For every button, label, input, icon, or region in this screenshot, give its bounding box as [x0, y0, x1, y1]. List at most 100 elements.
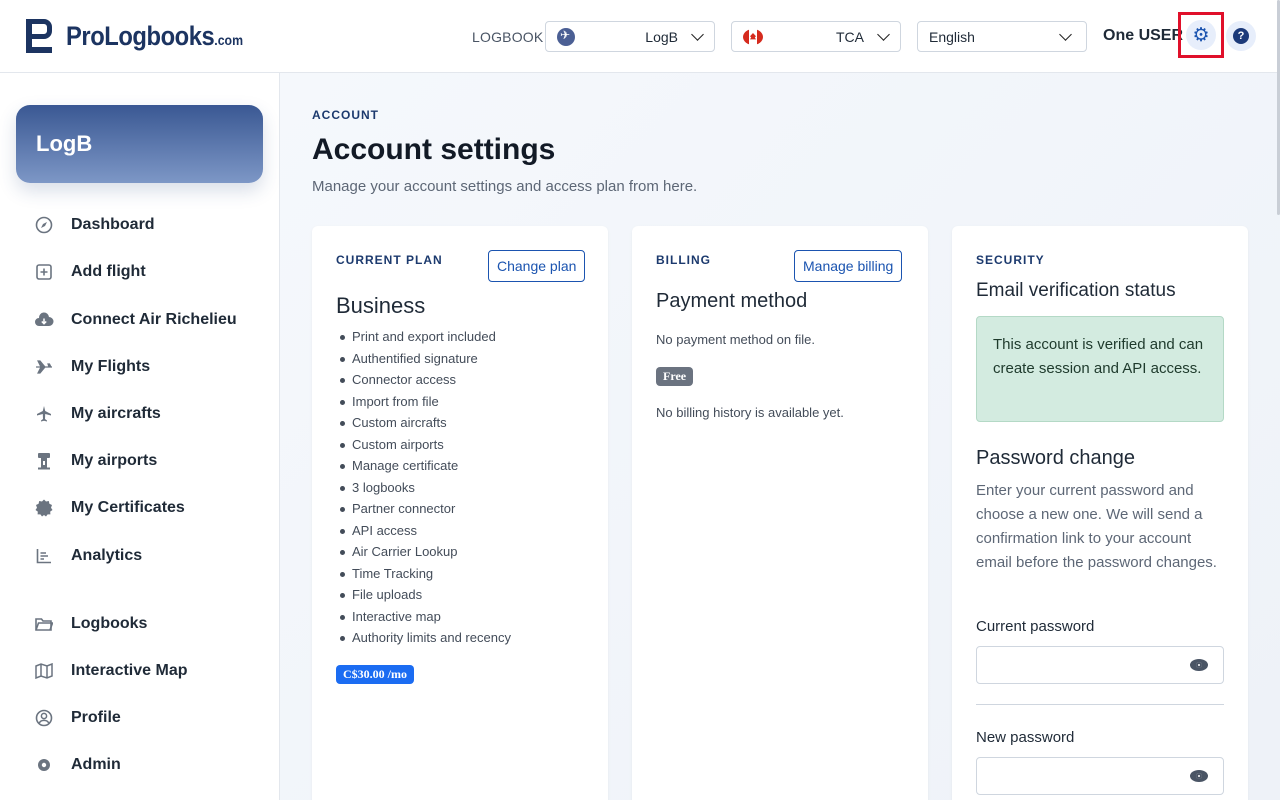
list-item: Print and export included — [340, 326, 511, 348]
main-content: ACCOUNT Account settings Manage your acc… — [280, 73, 1280, 800]
logbook-select[interactable]: LogB — [545, 21, 715, 52]
sidebar-item-analytics[interactable]: Analytics — [34, 544, 142, 568]
logbook-select-value: LogB — [645, 29, 678, 45]
aircraft-icon — [34, 404, 54, 424]
manage-billing-button[interactable]: Manage billing — [794, 250, 903, 282]
sidebar-item-label: Interactive Map — [71, 662, 188, 679]
page-subtitle: Manage your account settings and access … — [312, 178, 698, 195]
page-scrollbar[interactable] — [1276, 0, 1280, 800]
sidebar-item-label: Admin — [71, 756, 121, 773]
sidebar-item-label: Connect Air Richelieu — [71, 311, 237, 328]
password-change-title: Password change — [976, 447, 1135, 469]
help-button[interactable]: ? — [1226, 21, 1256, 51]
list-item: Interactive map — [340, 606, 511, 628]
chevron-down-icon — [1059, 28, 1072, 41]
security-eyebrow: SECURITY — [976, 253, 1045, 267]
billing-card: BILLING Manage billing Payment method No… — [632, 226, 928, 800]
compass-icon — [34, 215, 54, 235]
sidebar-item-my-aircrafts[interactable]: My aircrafts — [34, 402, 161, 426]
payment-method-status: No payment method on file. — [656, 332, 815, 347]
current-logbook-card[interactable]: LogB — [16, 105, 263, 183]
sidebar-item-label: Profile — [71, 709, 121, 726]
cloud-download-icon — [34, 310, 54, 330]
settings-button[interactable]: ⚙ — [1178, 12, 1224, 58]
password-change-description: Enter your current password and choose a… — [976, 482, 1217, 571]
current-logbook-name: LogB — [36, 131, 93, 156]
plane-icon — [34, 357, 54, 377]
divider — [976, 704, 1224, 705]
question-icon: ? — [1233, 28, 1249, 44]
user-name[interactable]: One USER — [1103, 27, 1183, 45]
top-header: ProLogbooks.com LOGBOOK LogB TCA English… — [0, 0, 1280, 73]
list-item: Custom airports — [340, 434, 511, 456]
brand-logo[interactable]: ProLogbooks.com — [26, 16, 267, 56]
current-plan-card: CURRENT PLAN Change plan Business Print … — [312, 226, 608, 800]
sidebar-item-admin[interactable]: Admin — [34, 753, 121, 777]
verified-alert: This account is verified and can create … — [976, 316, 1224, 422]
change-plan-button[interactable]: Change plan — [488, 250, 586, 282]
sidebar-item-add-flight[interactable]: Add flight — [34, 260, 146, 284]
eye-icon[interactable] — [1190, 770, 1210, 784]
airplane-badge-icon — [557, 28, 575, 46]
sidebar: LogB Dashboard Add flight Connect Air Ri… — [0, 73, 280, 800]
list-item: Manage certificate — [340, 455, 511, 477]
sidebar-item-label: Logbooks — [71, 615, 148, 632]
new-password-input[interactable] — [976, 757, 1224, 795]
list-item: Air Carrier Lookup — [340, 541, 511, 563]
billing-history-status: No billing history is available yet. — [656, 405, 844, 420]
sidebar-item-label: Add flight — [71, 263, 146, 280]
folder-icon — [34, 614, 54, 634]
email-verification-title: Email verification status — [976, 280, 1176, 301]
sidebar-item-my-certificates[interactable]: My Certificates — [34, 496, 185, 520]
canada-flag-icon — [743, 29, 763, 45]
tower-icon — [34, 451, 54, 471]
country-select[interactable]: TCA — [731, 21, 901, 52]
sidebar-item-label: Analytics — [71, 547, 143, 564]
sidebar-item-label: My airports — [71, 452, 158, 469]
list-item: Connector access — [340, 369, 511, 391]
page-eyebrow: ACCOUNT — [312, 108, 379, 122]
free-badge: Free — [656, 367, 694, 386]
sidebar-item-label: Dashboard — [71, 216, 155, 233]
billing-eyebrow: BILLING — [656, 253, 711, 267]
map-icon — [34, 661, 54, 681]
gear-icon: ⚙ — [1192, 24, 1210, 46]
chart-icon — [34, 546, 54, 566]
sidebar-item-my-airports[interactable]: My airports — [34, 449, 157, 473]
logbook-label: LOGBOOK — [472, 29, 544, 45]
user-circle-icon — [34, 708, 54, 728]
sidebar-item-profile[interactable]: Profile — [34, 706, 121, 730]
list-item: Partner connector — [340, 498, 511, 520]
eye-icon[interactable] — [1190, 659, 1210, 673]
chevron-down-icon — [691, 28, 704, 41]
page-title: Account settings — [312, 133, 556, 166]
current-password-input[interactable] — [976, 646, 1224, 684]
sidebar-item-connect-air-richelieu[interactable]: Connect Air Richelieu — [34, 308, 237, 332]
sidebar-item-my-flights[interactable]: My Flights — [34, 355, 150, 379]
logo-mark-icon — [26, 19, 54, 53]
new-password-label: New password — [976, 729, 1075, 746]
list-item: Time Tracking — [340, 563, 511, 585]
sidebar-item-dashboard[interactable]: Dashboard — [34, 213, 155, 237]
certificate-icon — [34, 498, 54, 518]
sidebar-item-label: My Certificates — [71, 499, 185, 516]
sidebar-item-logbooks[interactable]: Logbooks — [34, 612, 147, 636]
country-select-value: TCA — [836, 29, 864, 45]
security-card: SECURITY Email verification status This … — [952, 226, 1248, 800]
chevron-down-icon — [877, 28, 890, 41]
list-item: File uploads — [340, 584, 511, 606]
payment-method-title: Payment method — [656, 290, 808, 312]
plus-square-icon — [34, 262, 54, 282]
sidebar-item-interactive-map[interactable]: Interactive Map — [34, 659, 187, 683]
language-select-value: English — [929, 29, 975, 45]
sidebar-item-label: My aircrafts — [71, 405, 161, 422]
sidebar-item-label: My Flights — [71, 358, 151, 375]
current-password-label: Current password — [976, 618, 1095, 635]
admin-icon — [34, 755, 54, 775]
plan-feature-list: Print and export included Authentified s… — [340, 326, 511, 649]
language-select[interactable]: English — [917, 21, 1087, 52]
brand-name: ProLogbooks.com — [66, 20, 244, 51]
list-item: Import from file — [340, 391, 511, 413]
plan-name: Business — [336, 293, 426, 318]
plan-eyebrow: CURRENT PLAN — [336, 253, 443, 267]
